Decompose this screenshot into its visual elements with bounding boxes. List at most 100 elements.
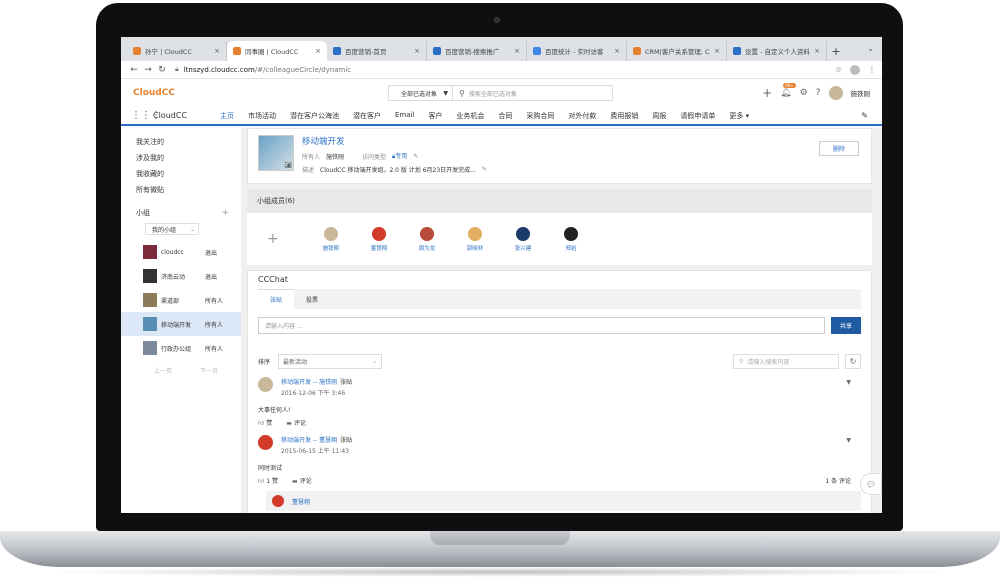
comment-button[interactable]: ▬ 评论 <box>292 476 312 485</box>
feedback-icon[interactable]: 💬︎ <box>860 473 882 495</box>
post-avatar[interactable] <box>258 435 273 450</box>
notification-icon[interactable]: 🔔︎ 99+ <box>780 83 796 98</box>
group-action[interactable]: 退出 <box>205 272 217 281</box>
comment-author[interactable]: 董慧翔 <box>292 497 310 506</box>
delete-button[interactable]: 删除 <box>819 141 859 156</box>
like-button[interactable]: 👍︎ 1 赞 <box>258 476 278 485</box>
reload-icon[interactable]: ↻ <box>155 65 169 75</box>
comment-button[interactable]: ▬ 评论 <box>286 418 306 427</box>
comment-count[interactable]: 1 条 评论 <box>825 476 851 485</box>
sort-select[interactable]: 最新活动 ⌄ <box>278 354 383 369</box>
sidebar-link[interactable]: 我收藏的 <box>121 166 241 182</box>
member-name[interactable]: 郭晓非 <box>467 244 484 252</box>
gear-icon[interactable]: ⚙ <box>800 88 808 98</box>
global-search-input[interactable]: ⚲ 搜索全部已选对象 <box>453 85 613 101</box>
group-name[interactable]: 行政办公组 <box>161 344 205 353</box>
member-avatar[interactable] <box>420 226 434 241</box>
close-icon[interactable]: × <box>315 47 321 55</box>
caret-down-icon[interactable]: ▼ <box>846 379 851 386</box>
nav-item[interactable]: 采购合同 <box>519 111 561 121</box>
chat-tab[interactable]: 张贴 <box>258 289 295 309</box>
nav-item[interactable]: 费用报销 <box>603 111 645 121</box>
user-avatar[interactable] <box>828 86 843 100</box>
member[interactable]: 张兴建 <box>499 226 547 252</box>
group-item[interactable]: cloudcc 退出 <box>121 240 241 264</box>
star-icon[interactable]: ☆ <box>835 65 842 74</box>
close-icon[interactable]: × <box>414 47 420 55</box>
nav-item[interactable]: 更多 ▾ <box>722 111 756 121</box>
browser-tab[interactable]: 设置 - 自定义个人资料 × <box>727 41 827 61</box>
nav-item[interactable]: 潜在客户 <box>346 111 388 121</box>
nav-item[interactable]: 周报 <box>645 111 673 121</box>
profile-icon[interactable] <box>850 64 860 75</box>
nav-item[interactable]: 客户 <box>421 111 449 121</box>
group-action[interactable]: 所有人 <box>205 296 223 305</box>
nav-item[interactable]: 市场活动 <box>241 111 283 121</box>
member[interactable]: 施铁刚 <box>307 226 355 252</box>
edit-access-icon[interactable]: ✎ <box>413 153 418 160</box>
member-name[interactable]: 郑岩 <box>565 244 576 252</box>
help-icon[interactable]: ? <box>816 88 821 98</box>
post-source-link[interactable]: 移动端开发 -- 董慧翔 <box>281 437 337 444</box>
close-icon[interactable]: × <box>214 47 220 55</box>
nav-item[interactable]: 请假申请单 <box>673 111 722 121</box>
browser-tab[interactable]: CRM|客户关系管理, C × <box>627 41 727 61</box>
member[interactable]: 董慧翔 <box>355 226 403 252</box>
chevron-down-icon[interactable]: ⌄ <box>867 44 874 53</box>
close-icon[interactable]: × <box>614 47 620 55</box>
member-avatar[interactable] <box>324 226 338 241</box>
group-name[interactable]: 济南云动 <box>161 272 205 281</box>
group-photo[interactable]: 📷︎ <box>258 135 294 171</box>
back-icon[interactable]: ← <box>127 65 141 75</box>
member-avatar[interactable] <box>564 226 578 241</box>
caret-down-icon[interactable]: ▼ <box>846 437 851 444</box>
nav-item[interactable]: 主页 <box>213 111 241 121</box>
member[interactable]: 郭晓非 <box>451 226 499 252</box>
group-action[interactable]: 退出 <box>205 248 217 257</box>
close-icon[interactable]: × <box>714 47 720 55</box>
add-icon[interactable]: + <box>762 86 772 100</box>
chat-tab[interactable]: 投票 <box>294 289 330 309</box>
cloudcc-logo[interactable]: CloudCC <box>133 88 193 98</box>
group-action[interactable]: 所有人 <box>205 344 223 353</box>
nav-item[interactable]: Email <box>388 111 421 121</box>
like-button[interactable]: 👍︎ 赞 <box>258 418 272 427</box>
group-name[interactable]: 移动端开发 <box>161 320 205 329</box>
member-name[interactable]: 施铁刚 <box>323 244 340 252</box>
browser-tab[interactable]: 百度统计 - 实时访客 × <box>527 41 627 61</box>
comment-avatar[interactable] <box>272 495 284 507</box>
member-avatar[interactable] <box>468 226 482 241</box>
share-button[interactable]: 共享 <box>831 317 861 334</box>
group-item[interactable]: 移动端开发 所有人 <box>121 312 241 336</box>
my-groups-select[interactable]: 我的小组 ⌄ <box>145 223 199 235</box>
browser-tab[interactable]: 同事圈 | CloudCC × <box>227 41 327 61</box>
add-group-icon[interactable]: + <box>221 208 229 218</box>
nav-item[interactable]: 潜在客户公海池 <box>283 111 346 121</box>
user-name[interactable]: 施铁刚 <box>851 88 871 98</box>
browser-tab[interactable]: 百度营销-首页 × <box>327 41 427 61</box>
sidebar-link[interactable]: 我关注的 <box>121 134 241 150</box>
group-item[interactable]: 济南云动 退出 <box>121 264 241 288</box>
nav-item[interactable]: 业务机会 <box>449 111 491 121</box>
group-action[interactable]: 所有人 <box>205 320 223 329</box>
member-avatar[interactable] <box>516 226 530 241</box>
nav-item[interactable]: 对外付款 <box>561 111 603 121</box>
forward-icon[interactable]: → <box>141 65 155 75</box>
member[interactable]: 周为龙 <box>403 226 451 252</box>
post-source-link[interactable]: 移动端开发 -- 施铁刚 <box>281 379 337 386</box>
group-name[interactable]: cloudcc <box>161 249 205 256</box>
browser-tab[interactable]: 孙宁 | CloudCC × <box>127 41 227 61</box>
url-field[interactable]: 🔒︎ ltnszyd.cloudcc.com/#/colleagueCircle… <box>175 63 835 77</box>
post-avatar[interactable] <box>258 377 273 392</box>
menu-icon[interactable]: ⋮ <box>868 65 876 74</box>
edit-nav-icon[interactable]: ✎ <box>861 111 868 120</box>
refresh-icon[interactable]: ↻ <box>845 354 861 369</box>
scope-select[interactable]: 全部已选对象 ▼ <box>388 85 453 101</box>
close-icon[interactable]: × <box>814 47 820 55</box>
edit-desc-icon[interactable]: ✎ <box>482 166 487 173</box>
member-name[interactable]: 周为龙 <box>419 244 436 252</box>
member-avatar[interactable] <box>372 226 386 241</box>
feed-search-input[interactable]: ⚲ 请输入搜索内容 <box>733 354 839 369</box>
nav-item[interactable]: 合同 <box>491 111 519 121</box>
sidebar-link[interactable]: 所有微贴 <box>121 182 241 198</box>
